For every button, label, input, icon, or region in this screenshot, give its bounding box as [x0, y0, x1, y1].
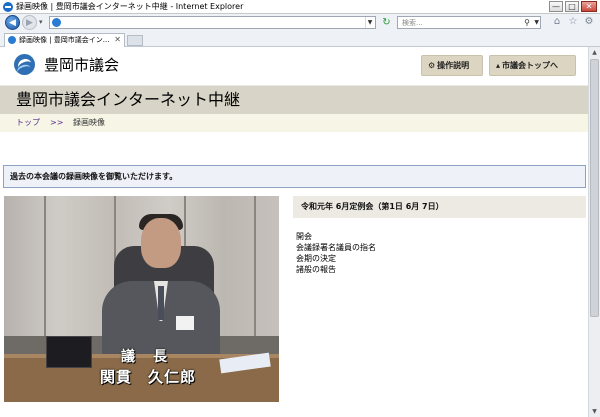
- agenda-item[interactable]: 会議録署名議員の指名: [296, 242, 576, 253]
- agenda-item[interactable]: 開会: [296, 231, 576, 242]
- window-titlebar: 録画映像 | 豊岡市議会インターネット中継 - Internet Explore…: [0, 0, 600, 14]
- tab-favicon-icon: [8, 36, 16, 44]
- video-name-badge: [176, 316, 194, 330]
- help-button[interactable]: ⚙ 操作説明: [421, 55, 483, 76]
- notice-box: 過去の本会議の録画映像を御覧いただけます。: [3, 165, 586, 188]
- agenda-item[interactable]: 会期の決定: [296, 253, 576, 264]
- search-placeholder: 検索...: [402, 19, 423, 27]
- new-tab-button[interactable]: [127, 35, 143, 46]
- session-header: 令和元年 6月定例会（第1日 6月 7日）: [293, 196, 586, 218]
- gear-icon[interactable]: ⚙: [583, 16, 595, 28]
- close-button[interactable]: ✕: [581, 1, 597, 12]
- site-favicon-icon: [52, 18, 61, 27]
- vertical-scrollbar[interactable]: ▲ ▼: [588, 47, 600, 417]
- scroll-down-icon[interactable]: ▼: [590, 407, 599, 416]
- window-controls: — □ ✕: [549, 1, 597, 13]
- search-dropdown-icon[interactable]: ▼: [534, 17, 539, 28]
- agenda-item[interactable]: 諸般の報告: [296, 264, 576, 275]
- search-box[interactable]: 検索... ⚲ ▼: [397, 16, 541, 29]
- window-title: 録画映像 | 豊岡市議会インターネット中継 - Internet Explore…: [16, 2, 244, 11]
- tab-active[interactable]: 録画映像 | 豊岡市議会イン... ✕: [4, 33, 125, 47]
- back-button[interactable]: ◀: [5, 15, 20, 30]
- address-dropdown-icon[interactable]: ▼: [365, 17, 374, 28]
- scroll-up-icon[interactable]: ▲: [590, 48, 599, 57]
- video-player[interactable]: 議 長 関貫 久仁郎: [4, 196, 279, 402]
- help-button-label: 操作説明: [437, 61, 470, 70]
- navigation-bar: ◀ ▶ ▾ ▼ ↻ 検索... ⚲ ▼ ⌂ ☆ ⚙: [0, 14, 600, 32]
- breadcrumb-current: 録画映像: [73, 118, 105, 127]
- video-speaker-tie: [158, 286, 164, 320]
- breadcrumb-separator: >>: [50, 118, 64, 127]
- tab-close-icon[interactable]: ✕: [114, 35, 121, 45]
- wall-panel-line: [44, 196, 46, 336]
- council-top-button-label: 市議会トップへ: [502, 61, 559, 70]
- video-caption-name: 関貫 久仁郎: [100, 368, 197, 386]
- site-name[interactable]: 豊岡市議会: [44, 56, 119, 74]
- star-icon[interactable]: ☆: [567, 16, 579, 28]
- gear-icon: ⚙: [428, 61, 436, 70]
- video-speaker-head: [141, 218, 181, 268]
- minimize-button[interactable]: —: [549, 1, 563, 12]
- video-monitor: [46, 336, 92, 368]
- address-bar[interactable]: ▼: [49, 16, 376, 29]
- city-logo-icon[interactable]: [14, 54, 35, 75]
- page-content: 豊岡市議会 ⚙ 操作説明 ▴ 市議会トップへ 豊岡市議会インターネット中継 トップ …: [0, 47, 588, 417]
- scrollbar-thumb[interactable]: [590, 59, 599, 317]
- council-top-button[interactable]: ▴ 市議会トップへ: [489, 55, 576, 76]
- video-caption-title: 議 長: [121, 349, 169, 365]
- breadcrumb: トップ >> 録画映像: [0, 114, 588, 132]
- maximize-button[interactable]: □: [565, 1, 579, 12]
- agenda-list: 開会 会議録署名議員の指名 会期の決定 諸般の報告: [296, 231, 576, 275]
- ie-logo-icon: [3, 2, 13, 12]
- session-title: 令和元年 6月定例会（第1日 6月 7日）: [301, 202, 444, 211]
- site-header: 豊岡市議会 ⚙ 操作説明 ▴ 市議会トップへ: [0, 47, 588, 85]
- browser-toolbar-icons: ⌂ ☆ ⚙: [551, 16, 595, 28]
- home-icon[interactable]: ⌂: [551, 16, 563, 28]
- refresh-icon[interactable]: ↻: [380, 17, 393, 29]
- wall-panel-line: [254, 196, 256, 336]
- page-title: 豊岡市議会インターネット中継: [16, 90, 241, 109]
- building-icon: ▴: [496, 61, 501, 70]
- notice-text: 過去の本会議の録画映像を御覧いただけます。: [10, 172, 178, 181]
- tab-label: 録画映像 | 豊岡市議会イン...: [19, 36, 110, 44]
- forward-button[interactable]: ▶: [22, 15, 37, 30]
- title-banner: 豊岡市議会インターネット中継: [0, 86, 588, 114]
- history-dropdown-icon[interactable]: ▾: [39, 18, 43, 26]
- search-icon[interactable]: ⚲: [524, 17, 530, 28]
- breadcrumb-home-link[interactable]: トップ: [16, 118, 40, 128]
- tab-strip: 録画映像 | 豊岡市議会イン... ✕: [0, 32, 600, 47]
